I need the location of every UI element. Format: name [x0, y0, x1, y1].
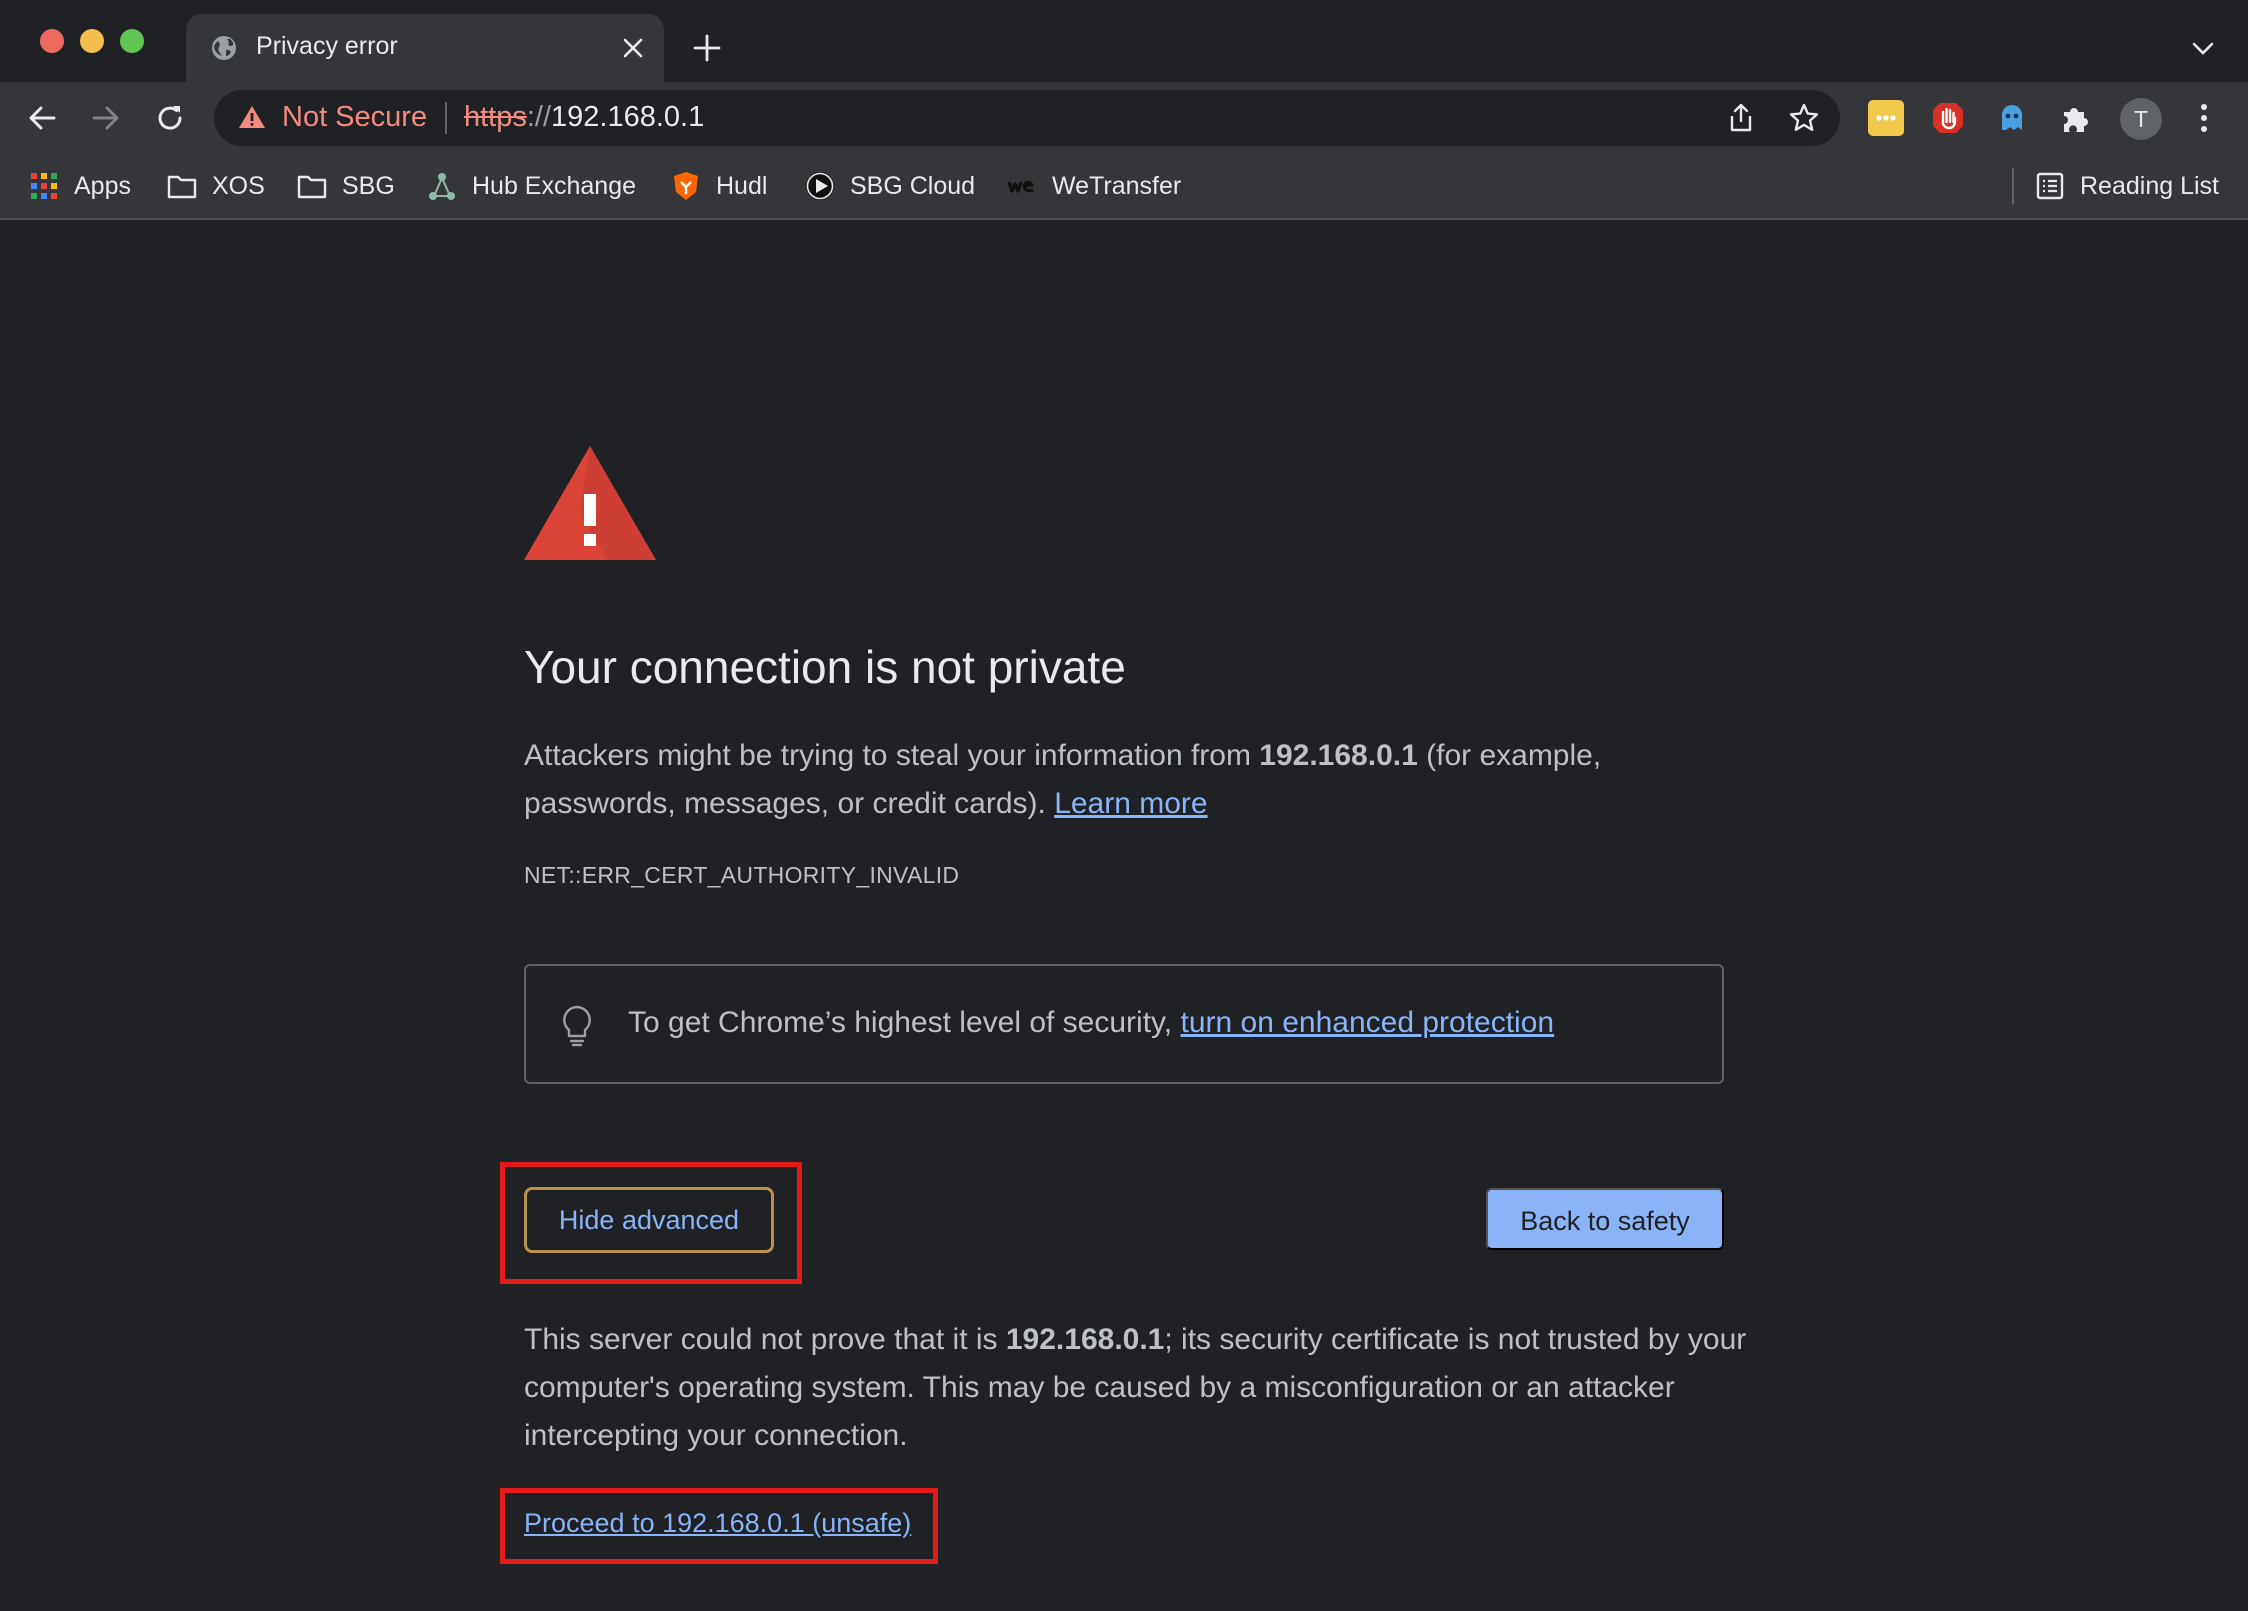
- intro-host: 192.168.0.1: [1259, 739, 1418, 772]
- url-scheme: https: [464, 101, 527, 133]
- ghostery-icon[interactable]: [1994, 100, 2030, 136]
- folder-icon: [167, 175, 197, 199]
- detail-text: This server could not prove that it is: [524, 1323, 1006, 1356]
- tab-title: Privacy error: [256, 32, 398, 60]
- page-title: Your connection is not private: [524, 641, 1126, 693]
- url-separator: ://: [526, 101, 552, 133]
- bookmarks-divider: [2012, 168, 2014, 204]
- bookmark-label: Hudl: [716, 171, 768, 200]
- more-menu-icon[interactable]: [2196, 100, 2212, 136]
- warning-triangle-icon[interactable]: [238, 104, 266, 130]
- not-secure-label[interactable]: Not Secure: [282, 101, 427, 134]
- bookmark-label: WeTransfer: [1052, 171, 1182, 200]
- globe-icon: [212, 36, 236, 60]
- intro-paragraph: Attackers might be trying to steal your …: [524, 732, 1744, 828]
- bookmark-label: Hub Exchange: [472, 171, 637, 200]
- bookmark-sbg-cloud[interactable]: SBG Cloud: [804, 168, 975, 204]
- bookmark-label: Apps: [74, 171, 131, 200]
- bookmarks-bar: Apps XOS SBG Hub Exchange Hudl SBG Cloud: [0, 154, 2248, 220]
- bookmark-star-icon[interactable]: [1788, 102, 1820, 134]
- intro-text: Attackers might be trying to steal your …: [524, 739, 1260, 772]
- bookmark-hudl[interactable]: Hudl: [670, 168, 767, 204]
- bookmark-label: XOS: [212, 171, 265, 200]
- error-code: NET::ERR_CERT_AUTHORITY_INVALID: [524, 862, 960, 888]
- bookmark-apps[interactable]: Apps: [28, 168, 131, 204]
- enhanced-protection-callout: To get Chrome’s highest level of securit…: [524, 964, 1724, 1084]
- bookmark-label: SBG Cloud: [850, 171, 976, 200]
- window-maximize-button[interactable]: [120, 29, 144, 53]
- window-minimize-button[interactable]: [80, 29, 104, 53]
- bookmark-wetransfer[interactable]: WeTransfer: [1006, 168, 1181, 204]
- hide-advanced-button[interactable]: Hide advanced: [524, 1187, 774, 1253]
- warning-triangle-icon: [524, 446, 656, 560]
- hudl-icon: [674, 172, 698, 200]
- address-bar[interactable]: Not Secure https://192.168.0.1: [214, 90, 1840, 146]
- enhanced-prefix: To get Chrome’s highest level of securit…: [628, 1006, 1181, 1039]
- bookmark-folder-xos[interactable]: XOS: [166, 168, 265, 204]
- url-text[interactable]: https://192.168.0.1: [464, 101, 704, 134]
- tab-search-chevron-icon[interactable]: [2190, 38, 2216, 58]
- advanced-details-paragraph: This server could not prove that it is 1…: [524, 1316, 1754, 1460]
- hub-exchange-icon: [429, 173, 455, 200]
- browser-toolbar: Not Secure https://192.168.0.1 T: [0, 82, 2248, 154]
- wetransfer-icon: [1007, 180, 1035, 193]
- forward-arrow-icon[interactable]: [88, 100, 124, 136]
- share-icon[interactable]: [1726, 102, 1756, 134]
- back-arrow-icon[interactable]: [24, 100, 60, 136]
- password-manager-extension-icon[interactable]: [1868, 100, 1904, 136]
- reading-list-button[interactable]: Reading List: [2034, 168, 2219, 204]
- close-tab-icon[interactable]: [620, 35, 646, 61]
- play-circle-icon: [806, 172, 834, 200]
- url-host: 192.168.0.1: [551, 101, 705, 133]
- bookmark-hub-exchange[interactable]: Hub Exchange: [426, 168, 636, 204]
- apps-grid-icon: [31, 173, 57, 199]
- omnibox-divider: [445, 102, 447, 134]
- reading-list-icon: [2036, 172, 2064, 200]
- enhanced-protection-text: To get Chrome’s highest level of securit…: [628, 1006, 1554, 1040]
- active-tab[interactable]: Privacy error: [186, 14, 664, 82]
- lightbulb-icon: [563, 1005, 591, 1047]
- back-to-safety-button[interactable]: Back to safety: [1486, 1188, 1724, 1250]
- learn-more-link[interactable]: Learn more: [1054, 787, 1207, 820]
- new-tab-icon[interactable]: [692, 33, 722, 63]
- folder-icon: [297, 175, 327, 199]
- profile-avatar[interactable]: T: [2120, 98, 2162, 140]
- bookmark-folder-sbg[interactable]: SBG: [296, 168, 395, 204]
- proceed-unsafe-link[interactable]: Proceed to 192.168.0.1 (unsafe): [524, 1508, 911, 1539]
- reload-icon[interactable]: [152, 100, 188, 136]
- adblock-hand-icon[interactable]: [1930, 100, 1966, 136]
- reading-list-label: Reading List: [2080, 171, 2219, 200]
- enhanced-protection-link[interactable]: turn on enhanced protection: [1180, 1006, 1554, 1039]
- bookmark-label: SBG: [342, 171, 395, 200]
- window-close-button[interactable]: [40, 29, 64, 53]
- extensions-puzzle-icon[interactable]: [2058, 100, 2094, 136]
- title-bar: Privacy error: [0, 0, 2248, 82]
- detail-host: 192.168.0.1: [1005, 1323, 1165, 1356]
